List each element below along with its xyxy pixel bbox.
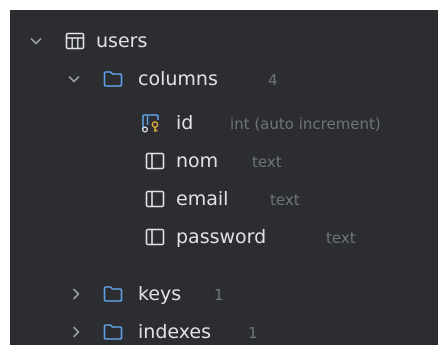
column-name-label: nom [176, 150, 219, 172]
column-type-label: text [270, 191, 300, 209]
chevron-down-icon[interactable] [28, 33, 44, 49]
tree-node-column-email[interactable]: email text [10, 180, 438, 218]
primary-key-column-icon [142, 114, 159, 133]
column-name-label: id [176, 112, 194, 134]
chevron-right-icon[interactable] [68, 324, 84, 340]
tree-node-keys-folder[interactable]: keys 1 [10, 275, 438, 313]
tree-node-column-id[interactable]: id int (auto increment) [10, 104, 438, 142]
column-type-label: text [326, 229, 356, 247]
column-icon [145, 152, 165, 170]
chevron-down-icon[interactable] [66, 71, 82, 87]
indexes-folder-label: indexes [138, 321, 211, 343]
column-name-label: password [176, 226, 267, 248]
folder-icon [103, 71, 123, 87]
tree-node-column-password[interactable]: password text [10, 218, 438, 256]
keys-folder-label: keys [138, 283, 182, 305]
keys-count: 1 [214, 286, 224, 304]
folder-icon [103, 286, 123, 302]
tree-node-indexes-folder[interactable]: indexes 1 [10, 313, 438, 345]
column-icon [145, 190, 165, 208]
database-tree-panel: users columns 4 id int (auto increment) … [0, 0, 448, 345]
folder-icon [103, 324, 123, 340]
table-name-label: users [96, 30, 148, 52]
column-name-label: email [176, 188, 229, 210]
columns-count: 4 [268, 71, 278, 89]
chevron-right-icon[interactable] [68, 286, 84, 302]
column-type-label: text [252, 153, 282, 171]
tree-node-columns-folder[interactable]: columns 4 [10, 60, 438, 98]
columns-folder-label: columns [138, 68, 218, 90]
column-type-label: int (auto increment) [230, 115, 381, 133]
database-explorer-tree[interactable]: users columns 4 id int (auto increment) … [10, 10, 438, 345]
table-icon [65, 32, 85, 50]
indexes-count: 1 [248, 324, 258, 342]
tree-node-users-table[interactable]: users [10, 22, 438, 60]
column-icon [145, 228, 165, 246]
tree-node-column-nom[interactable]: nom text [10, 142, 438, 180]
